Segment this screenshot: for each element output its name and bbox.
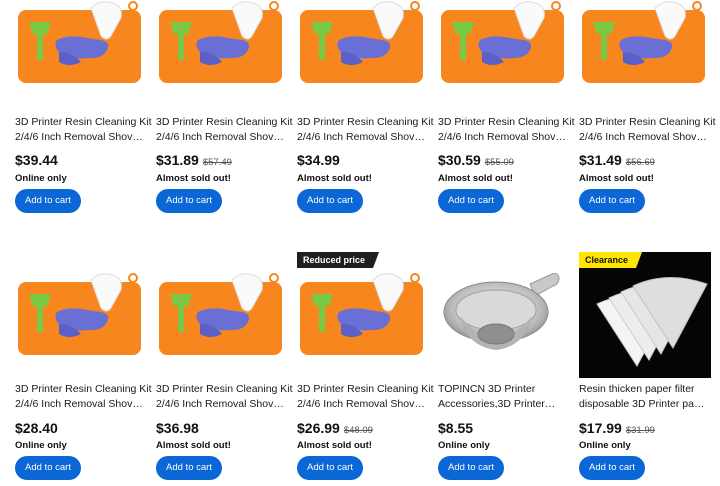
original-price: $48.09 (343, 425, 373, 436)
product-title[interactable]: 3D Printer Resin Cleaning Kit 2/4/6 Inch… (579, 115, 719, 145)
resin-kit-image (300, 273, 423, 355)
product-title-line2: disposable 3D Printer part… (579, 398, 707, 410)
resin-kit-image (300, 1, 423, 83)
add-to-cart-button[interactable]: Add to cart (156, 456, 222, 480)
product-title[interactable]: 3D Printer Resin Cleaning Kit 2/4/6 Inch… (15, 382, 155, 412)
stock-status: Almost sold out! (579, 173, 654, 184)
product-title-line2: 2/4/6 Inch Removal Shovel… (156, 131, 284, 143)
price-line: $26.99 $48.09 (297, 420, 437, 438)
stock-status: Almost sold out! (438, 173, 513, 184)
product-grid: 3D Printer Resin Cleaning Kit 2/4/6 Inch… (0, 0, 720, 486)
add-to-cart-button[interactable]: Add to cart (579, 189, 645, 213)
clearance-badge: Clearance (579, 252, 642, 268)
product-title-line1: 3D Printer Resin Cleaning Kit (15, 116, 152, 128)
price-line: $31.89 $57.49 (156, 152, 296, 170)
price-line: $36.98 (156, 420, 296, 438)
price-line: $8.55 (438, 420, 578, 438)
product-title-line2: 2/4/6 Inch Removal Shovel… (156, 398, 284, 410)
price-line: $31.49 $56.69 (579, 152, 719, 170)
add-to-cart-button[interactable]: Add to cart (438, 456, 504, 480)
stock-status: Almost sold out! (297, 440, 372, 451)
resin-kit-image (582, 1, 705, 83)
product-image[interactable] (438, 266, 570, 372)
add-to-cart-button[interactable]: Add to cart (438, 189, 504, 213)
price: $36.98 (156, 420, 199, 436)
product-title[interactable]: 3D Printer Resin Cleaning Kit 2/4/6 Inch… (156, 115, 296, 145)
product-title[interactable]: Resin thicken paper filter disposable 3D… (579, 382, 719, 412)
add-to-cart-button[interactable]: Add to cart (579, 456, 645, 480)
product-title-line2: 2/4/6 Inch Removal Shovel… (438, 131, 566, 143)
product-title-line2: 2/4/6 Inch Removal Shovel… (579, 131, 707, 143)
product-image[interactable] (156, 266, 288, 372)
resin-kit-image (159, 273, 282, 355)
product-title-line2: 2/4/6 Inch Removal Shovel… (297, 131, 425, 143)
product-title-line2: Accessories,3D Printer… (438, 398, 556, 410)
product-title-line1: 3D Printer Resin Cleaning Kit (15, 383, 152, 395)
price-line: $28.40 (15, 420, 155, 438)
product-image[interactable] (297, 0, 429, 100)
metal-strainer-image (443, 273, 560, 350)
product-image[interactable] (297, 266, 429, 372)
price-line: $34.99 (297, 152, 437, 170)
product-title[interactable]: 3D Printer Resin Cleaning Kit 2/4/6 Inch… (438, 115, 578, 145)
stock-status: Almost sold out! (156, 173, 231, 184)
product-title-line1: 3D Printer Resin Cleaning Kit (579, 116, 716, 128)
price: $26.99 (297, 420, 340, 436)
price: $39.44 (15, 152, 58, 168)
stock-status: Almost sold out! (297, 173, 372, 184)
product-title-line1: 3D Printer Resin Cleaning Kit (156, 383, 293, 395)
product-image[interactable] (579, 0, 711, 100)
price: $17.99 (579, 420, 622, 436)
product-title[interactable]: 3D Printer Resin Cleaning Kit 2/4/6 Inch… (156, 382, 296, 412)
stock-status: Online only (15, 173, 67, 184)
reduced-price-badge: Reduced price (297, 252, 379, 268)
price-line: $17.99 $31.99 (579, 420, 719, 438)
product-title[interactable]: 3D Printer Resin Cleaning Kit 2/4/6 Inch… (15, 115, 155, 145)
price-line: $30.59 $55.09 (438, 152, 578, 170)
price: $8.55 (438, 420, 474, 436)
add-to-cart-button[interactable]: Add to cart (297, 189, 363, 213)
product-title-line1: 3D Printer Resin Cleaning Kit (438, 116, 575, 128)
product-title-line1: Resin thicken paper filter (579, 383, 695, 395)
add-to-cart-button[interactable]: Add to cart (297, 456, 363, 480)
stock-status: Online only (438, 440, 490, 451)
product-title-line2: 2/4/6 Inch Removal Shovel… (15, 131, 143, 143)
resin-kit-image (441, 1, 564, 83)
stock-status: Online only (15, 440, 67, 451)
price: $30.59 (438, 152, 481, 168)
add-to-cart-button[interactable]: Add to cart (15, 456, 81, 480)
original-price: $56.69 (625, 157, 655, 168)
product-title[interactable]: 3D Printer Resin Cleaning Kit 2/4/6 Inch… (297, 115, 437, 145)
product-title-line1: 3D Printer Resin Cleaning Kit (156, 116, 293, 128)
product-title-line1: 3D Printer Resin Cleaning Kit (297, 383, 434, 395)
resin-kit-image (18, 1, 141, 83)
price: $28.40 (15, 420, 58, 436)
product-image[interactable] (15, 266, 147, 372)
product-image[interactable] (579, 252, 711, 378)
price-line: $39.44 (15, 152, 155, 170)
resin-kit-image (159, 1, 282, 83)
add-to-cart-button[interactable]: Add to cart (156, 189, 222, 213)
original-price: $57.49 (202, 157, 232, 168)
product-title-line1: TOPINCN 3D Printer (438, 383, 536, 395)
product-title-line1: 3D Printer Resin Cleaning Kit (297, 116, 434, 128)
product-image[interactable] (156, 0, 288, 100)
paper-filter-image (579, 252, 711, 378)
product-title-line2: 2/4/6 Inch Removal Shovel… (15, 398, 143, 410)
product-image[interactable] (438, 0, 570, 100)
product-title-line2: 2/4/6 Inch Removal Shovel… (297, 398, 425, 410)
product-image[interactable] (15, 0, 147, 100)
product-title[interactable]: 3D Printer Resin Cleaning Kit 2/4/6 Inch… (297, 382, 437, 412)
price: $34.99 (297, 152, 340, 168)
price: $31.49 (579, 152, 622, 168)
original-price: $55.09 (484, 157, 514, 168)
stock-status: Almost sold out! (156, 440, 231, 451)
original-price: $31.99 (625, 425, 655, 436)
resin-kit-image (18, 273, 141, 355)
price: $31.89 (156, 152, 199, 168)
add-to-cart-button[interactable]: Add to cart (15, 189, 81, 213)
stock-status: Online only (579, 440, 631, 451)
product-title[interactable]: TOPINCN 3D Printer Accessories,3D Printe… (438, 382, 578, 412)
